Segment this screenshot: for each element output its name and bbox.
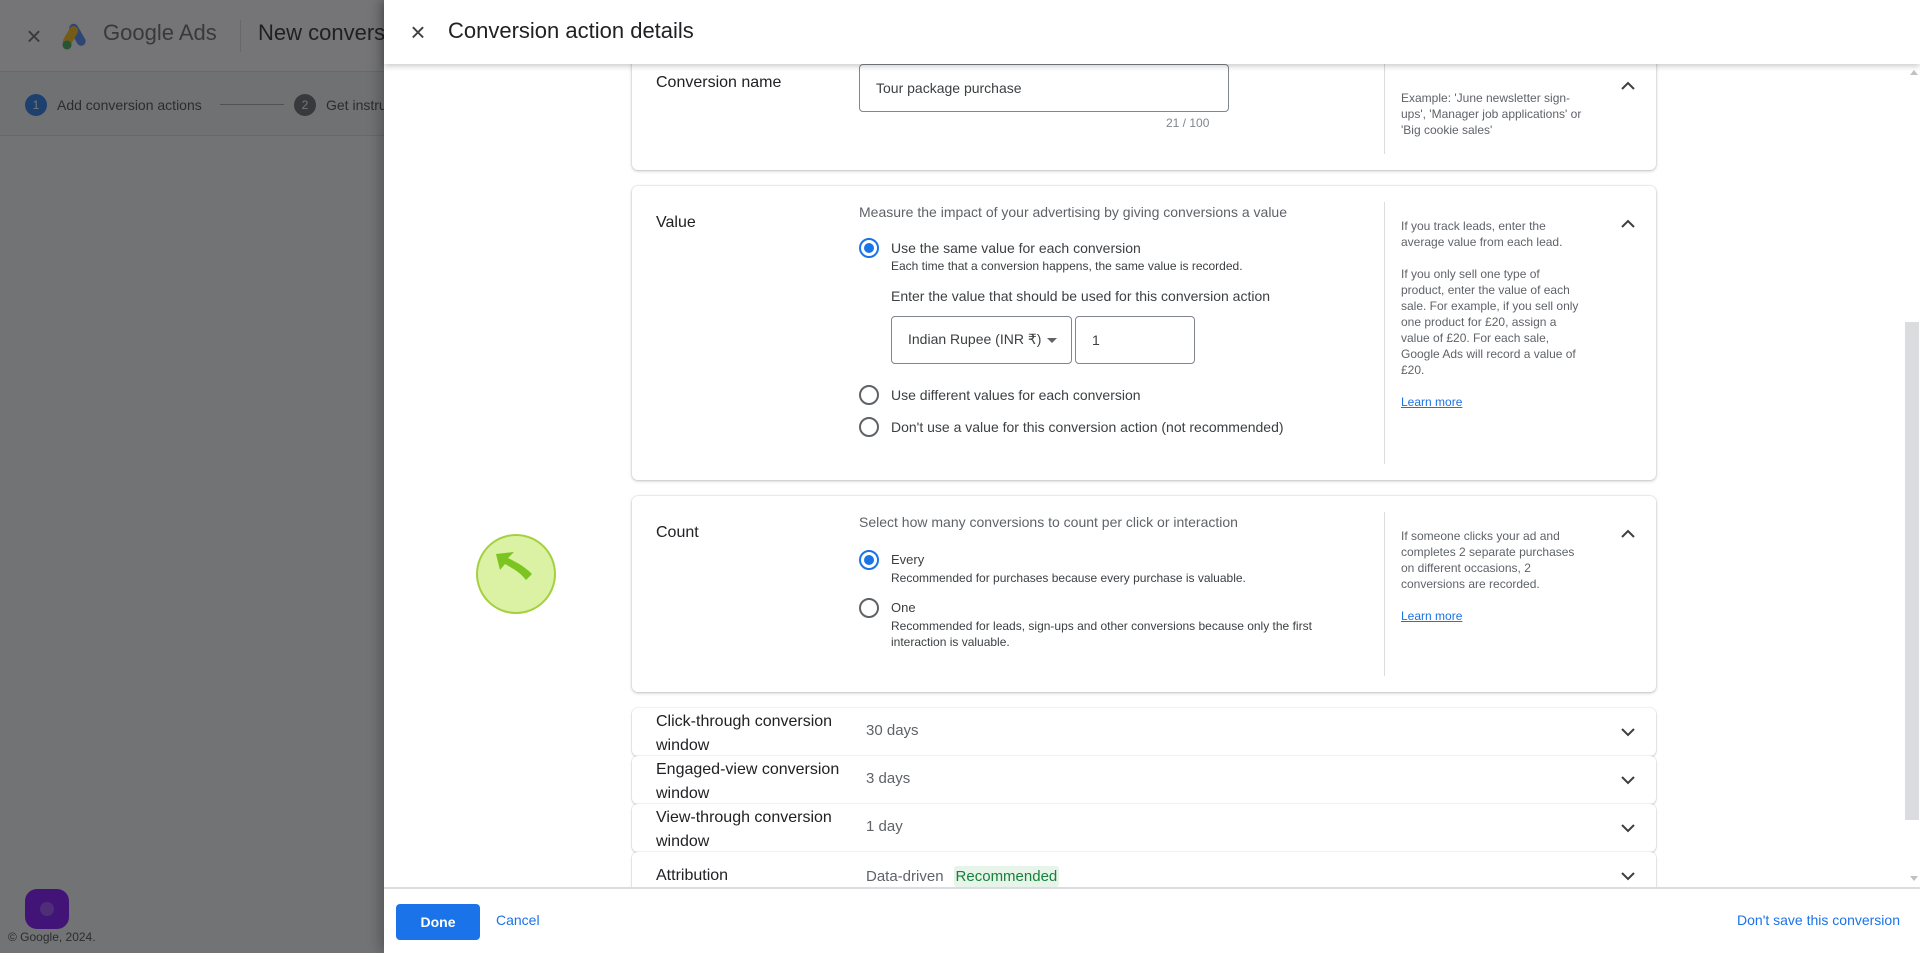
row-value-text: Data-driven bbox=[866, 868, 944, 885]
chevron-down-icon[interactable] bbox=[1616, 720, 1640, 744]
row-label: View-through conversion window bbox=[656, 809, 832, 850]
scroll-up-arrow-icon[interactable] bbox=[1910, 70, 1918, 75]
conversion-details-panel: × Conversion action details Conversion n… bbox=[384, 0, 1920, 953]
radio-sub: Recommended for leads, sign-ups and othe… bbox=[891, 619, 1312, 649]
radio-sub: Each time that a conversion happens, the… bbox=[891, 259, 1243, 273]
chevron-up-icon[interactable] bbox=[1616, 212, 1640, 236]
value-amount-input[interactable] bbox=[1075, 316, 1195, 364]
close-panel-button[interactable]: × bbox=[404, 18, 432, 46]
radio-count-one[interactable]: One Recommended for leads, sign-ups and … bbox=[859, 598, 1329, 650]
chevron-up-icon[interactable] bbox=[1616, 74, 1640, 98]
radio-button[interactable] bbox=[859, 385, 879, 405]
click-through-window-row[interactable]: Click-through conversion window 30 days bbox=[632, 708, 1656, 756]
radio-sub: Recommended for purchases because every … bbox=[891, 571, 1246, 585]
dont-save-button[interactable]: Don't save this conversion bbox=[1737, 912, 1900, 928]
value-description: Measure the impact of your advertising b… bbox=[859, 204, 1287, 220]
chevron-down-icon[interactable] bbox=[1616, 816, 1640, 840]
row-value: 3 days bbox=[866, 770, 910, 787]
radio-label: Don't use a value for this conversion ac… bbox=[891, 419, 1284, 435]
help-text: If you only sell one type of product, en… bbox=[1401, 267, 1579, 377]
radio-no-value[interactable]: Don't use a value for this conversion ac… bbox=[859, 417, 1284, 437]
help-text: Example: 'June newsletter sign-ups', 'Ma… bbox=[1401, 91, 1582, 137]
count-help: If someone clicks your ad and completes … bbox=[1384, 512, 1584, 676]
scroll-down-arrow-icon[interactable] bbox=[1910, 876, 1918, 881]
currency-select[interactable]: Indian Rupee (INR ₹) bbox=[891, 316, 1072, 364]
conversion-name-label: Conversion name bbox=[656, 74, 782, 91]
radio-label: Use the same value for each conversion bbox=[891, 240, 1141, 256]
radio-label: Use different values for each conversion bbox=[891, 387, 1141, 403]
radio-button[interactable] bbox=[859, 417, 879, 437]
row-label: Click-through conversion window bbox=[656, 713, 833, 754]
char-count: 21 / 100 bbox=[1166, 116, 1210, 130]
done-button[interactable]: Done bbox=[396, 904, 480, 940]
row-label: Engaged-view conversion window bbox=[656, 761, 840, 802]
radio-button[interactable] bbox=[859, 598, 879, 618]
radio-label: One bbox=[891, 600, 916, 615]
learn-more-link[interactable]: Learn more bbox=[1401, 395, 1462, 409]
radio-same-value[interactable]: Use the same value for each conversion E… bbox=[859, 238, 1243, 274]
panel-header: × Conversion action details bbox=[384, 0, 1920, 64]
currency-value: Indian Rupee (INR ₹) bbox=[908, 331, 1042, 347]
row-value: 30 days bbox=[866, 722, 919, 739]
value-prompt: Enter the value that should be used for … bbox=[891, 288, 1271, 304]
panel-title: Conversion action details bbox=[448, 18, 694, 43]
radio-count-every[interactable]: Every Recommended for purchases because … bbox=[859, 550, 1246, 586]
scrollbar-thumb[interactable] bbox=[1905, 322, 1919, 820]
radio-label: Every bbox=[891, 552, 925, 567]
panel-footer: Done Cancel Don't save this conversion bbox=[384, 887, 1920, 953]
attribution-row[interactable]: Attribution Data-driven Recommended bbox=[632, 852, 1656, 887]
help-text: If someone clicks your ad and completes … bbox=[1401, 529, 1575, 591]
value-card: Value Measure the impact of your adverti… bbox=[632, 186, 1656, 480]
chevron-up-icon[interactable] bbox=[1616, 522, 1640, 546]
row-value-text: 1 day bbox=[866, 818, 903, 835]
help-text: If you track leads, enter the average va… bbox=[1401, 219, 1563, 249]
chevron-down-icon[interactable] bbox=[1616, 864, 1640, 887]
radio-button[interactable] bbox=[859, 238, 879, 258]
panel-scroll-area: Conversion name 21 / 100 Example: 'June … bbox=[384, 64, 1920, 887]
conversion-name-card: Conversion name 21 / 100 Example: 'June … bbox=[632, 64, 1656, 170]
conversion-name-input[interactable] bbox=[859, 64, 1229, 112]
radio-different-values[interactable]: Use different values for each conversion bbox=[859, 385, 1141, 405]
value-help: If you track leads, enter the average va… bbox=[1384, 202, 1584, 464]
count-description: Select how many conversions to count per… bbox=[859, 514, 1238, 530]
dropdown-arrow-icon bbox=[1047, 338, 1057, 343]
value-label: Value bbox=[656, 214, 696, 231]
row-value: 1 day bbox=[866, 818, 903, 835]
radio-button[interactable] bbox=[859, 550, 879, 570]
row-value: Data-driven Recommended bbox=[866, 866, 1060, 887]
conversion-name-help: Example: 'June newsletter sign-ups', 'Ma… bbox=[1384, 64, 1584, 154]
row-value-text: 30 days bbox=[866, 722, 919, 739]
row-value-text: 3 days bbox=[866, 770, 911, 787]
row-label: Attribution bbox=[656, 867, 729, 884]
engaged-view-window-row[interactable]: Engaged-view conversion window 3 days bbox=[632, 756, 1656, 804]
view-through-window-row[interactable]: View-through conversion window 1 day bbox=[632, 804, 1656, 852]
learn-more-link[interactable]: Learn more bbox=[1401, 609, 1462, 623]
count-label: Count bbox=[656, 524, 699, 541]
chevron-down-icon[interactable] bbox=[1616, 768, 1640, 792]
cancel-button[interactable]: Cancel bbox=[496, 912, 540, 928]
count-card: Count Select how many conversions to cou… bbox=[632, 496, 1656, 692]
recommended-badge: Recommended bbox=[953, 866, 1060, 887]
